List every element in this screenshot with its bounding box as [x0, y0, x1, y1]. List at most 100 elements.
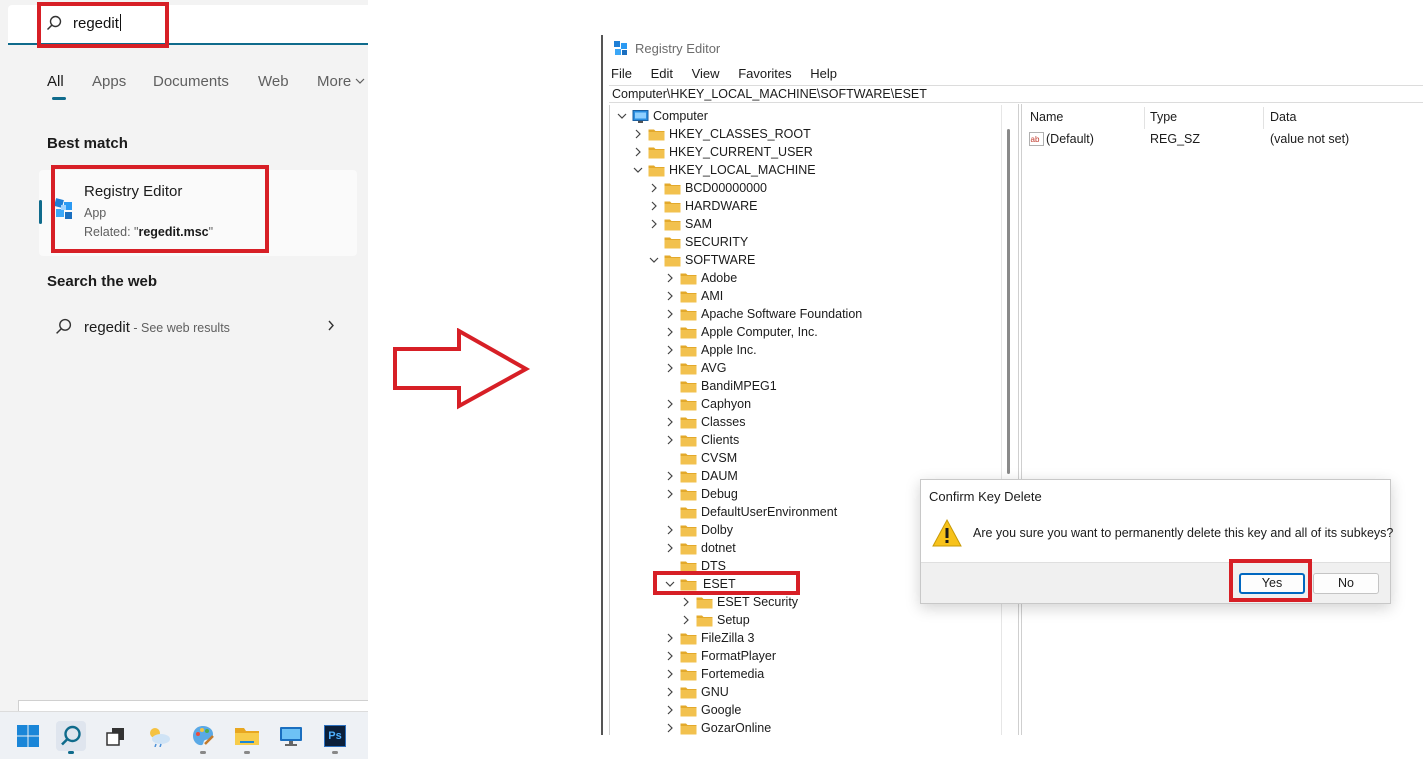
folder-icon: [664, 255, 681, 267]
column-header-type[interactable]: Type: [1150, 110, 1177, 124]
photoshop-icon[interactable]: Ps: [320, 721, 350, 754]
running-indicator: [200, 751, 206, 754]
tree-node-label: FileZilla 3: [701, 631, 755, 645]
web-search-result[interactable]: regedit - See web results: [47, 312, 347, 342]
tree-node-label: Debug: [701, 487, 738, 501]
dialog-footer: Yes No: [921, 562, 1390, 603]
search-icon: [46, 15, 62, 36]
chevron-right-icon[interactable]: [664, 632, 676, 644]
running-indicator: [332, 751, 338, 754]
value-name: (Default): [1046, 132, 1094, 146]
column-header-data[interactable]: Data: [1270, 110, 1296, 124]
chevron-down-icon[interactable]: [616, 110, 628, 122]
chevron-right-icon[interactable]: [664, 668, 676, 680]
tree-node-label: Dolby: [701, 523, 733, 537]
app-name: Registry Editor: [84, 183, 183, 200]
svg-text:ab: ab: [1031, 135, 1040, 144]
best-match-result[interactable]: Registry Editor App Related: "regedit.ms…: [39, 170, 357, 256]
chevron-down-icon[interactable]: [632, 164, 644, 176]
tree-scrollbar[interactable]: [1001, 105, 1015, 735]
menu-file[interactable]: File: [611, 66, 632, 81]
best-match-heading: Best match: [47, 135, 128, 152]
remote-desktop-icon[interactable]: [276, 721, 306, 751]
pane-splitter[interactable]: [1018, 104, 1022, 735]
tree-node-label: BCD00000000: [685, 181, 768, 195]
related-suffix: ": [208, 225, 214, 239]
weather-icon[interactable]: [144, 721, 174, 751]
folder-icon: [696, 615, 713, 627]
chevron-right-icon[interactable]: [664, 686, 676, 698]
chevron-right-icon[interactable]: [327, 319, 335, 337]
chevron-right-icon[interactable]: [664, 416, 676, 428]
tree-node-label: HARDWARE: [685, 199, 758, 213]
menu-edit[interactable]: Edit: [651, 66, 673, 81]
chevron-right-icon[interactable]: [664, 488, 676, 500]
menu-favorites[interactable]: Favorites: [738, 66, 791, 81]
chevron-right-icon[interactable]: [664, 722, 676, 734]
web-query-suffix: - See web results: [129, 321, 230, 335]
string-value-icon: ab: [1029, 132, 1044, 149]
chevron-right-icon[interactable]: [664, 542, 676, 554]
folder-icon: [680, 435, 697, 447]
tab-web[interactable]: Web: [258, 73, 289, 90]
tree-node-label: HKEY_CURRENT_USER: [669, 145, 813, 159]
column-separator[interactable]: [1263, 107, 1264, 129]
chevron-right-icon[interactable]: [664, 650, 676, 662]
tree-node-label: SAM: [685, 217, 713, 231]
arrow-right-icon: [392, 327, 532, 415]
tab-all[interactable]: All: [47, 73, 64, 90]
search-input[interactable]: regedit: [73, 14, 121, 32]
no-button[interactable]: No: [1313, 573, 1379, 594]
chevron-right-icon[interactable]: [680, 614, 692, 626]
paint-icon[interactable]: [188, 721, 218, 754]
chevron-right-icon[interactable]: [632, 146, 644, 158]
tree-node-label: Apple Inc.: [701, 343, 757, 357]
folder-icon: [664, 201, 681, 213]
chevron-right-icon[interactable]: [664, 290, 676, 302]
chevron-right-icon[interactable]: [648, 218, 660, 230]
chevron-down-icon[interactable]: [664, 578, 676, 590]
chevron-right-icon[interactable]: [664, 326, 676, 338]
search-icon[interactable]: [56, 721, 86, 754]
folder-icon: [680, 669, 697, 681]
chevron-right-icon[interactable]: [632, 128, 644, 140]
file-explorer-icon[interactable]: [232, 721, 262, 754]
column-header-name[interactable]: Name: [1030, 110, 1063, 124]
chevron-right-icon[interactable]: [664, 434, 676, 446]
chevron-right-icon[interactable]: [664, 362, 676, 374]
address-bar[interactable]: Computer\HKEY_LOCAL_MACHINE\SOFTWARE\ESE…: [609, 85, 1423, 103]
tab-more[interactable]: More: [317, 73, 365, 90]
task-view-icon[interactable]: [100, 721, 130, 751]
chevron-right-icon[interactable]: [664, 398, 676, 410]
tree-node-label: Google: [701, 703, 742, 717]
chevron-right-icon[interactable]: [648, 182, 660, 194]
chevron-right-icon[interactable]: [664, 524, 676, 536]
menu-bar: File Edit View Favorites Help: [611, 66, 852, 81]
chevron-right-icon[interactable]: [664, 308, 676, 320]
menu-view[interactable]: View: [692, 66, 720, 81]
chevron-right-icon[interactable]: [680, 596, 692, 608]
chevron-right-icon[interactable]: [664, 704, 676, 716]
tab-apps[interactable]: Apps: [92, 73, 126, 90]
chevron-down-icon[interactable]: [648, 254, 660, 266]
windows-start-icon[interactable]: [13, 721, 43, 751]
folder-icon: [680, 453, 697, 465]
chevron-right-icon[interactable]: [664, 272, 676, 284]
scrollbar-thumb[interactable]: [1007, 129, 1010, 474]
tree-node-label: Apache Software Foundation: [701, 307, 863, 321]
column-separator[interactable]: [1144, 107, 1145, 129]
window-title: Registry Editor: [635, 41, 721, 56]
web-query-text: regedit: [84, 319, 130, 336]
tree-node-label: SECURITY: [685, 235, 749, 249]
chevron-right-icon[interactable]: [664, 344, 676, 356]
chevron-right-icon[interactable]: [664, 470, 676, 482]
tree-node-label: Computer: [653, 109, 708, 123]
folder-icon: [680, 399, 697, 411]
tab-documents[interactable]: Documents: [153, 73, 229, 90]
app-kind: App: [84, 206, 107, 220]
related-prefix: Related: ": [84, 225, 139, 239]
search-box[interactable]: regedit: [8, 5, 368, 45]
yes-button[interactable]: Yes: [1239, 573, 1305, 594]
menu-help[interactable]: Help: [810, 66, 837, 81]
chevron-right-icon[interactable]: [648, 200, 660, 212]
